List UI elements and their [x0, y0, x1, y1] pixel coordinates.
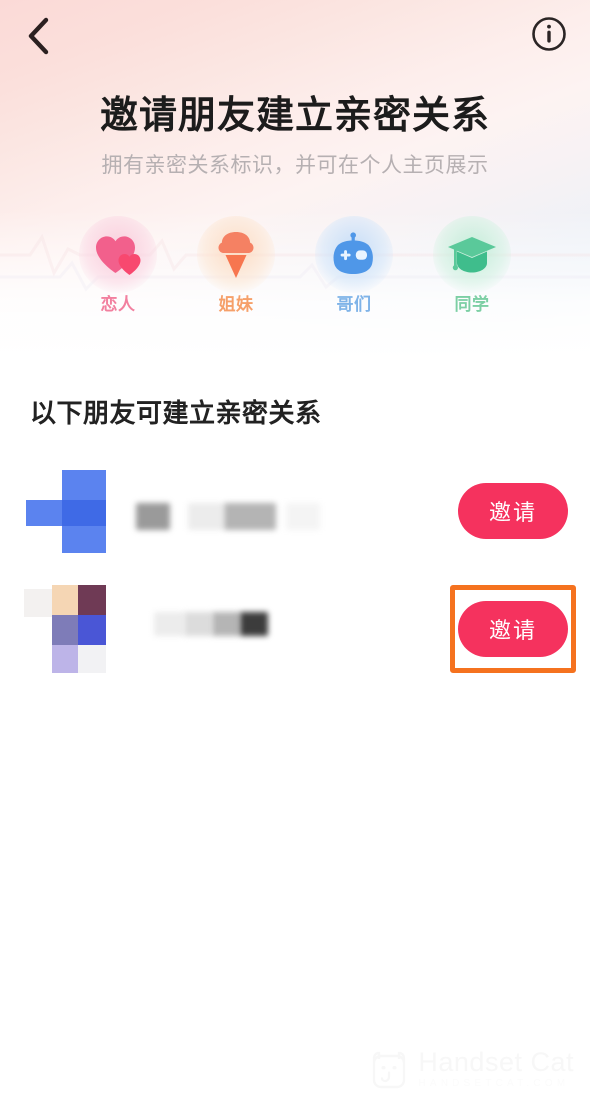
relationship-type-label: 姐妹	[218, 295, 254, 314]
friend-list: 邀请 邀请	[0, 452, 590, 688]
table-row[interactable]: 邀请	[0, 570, 590, 688]
relationship-type-label: 恋人	[100, 295, 136, 314]
avatar	[24, 467, 112, 555]
back-button[interactable]	[12, 10, 64, 62]
watermark-domain: HANDSETCAT.COM	[418, 1078, 570, 1089]
relationship-type-label: 同学	[454, 295, 490, 314]
friend-name-blurred	[126, 609, 458, 649]
double-heart-icon	[96, 235, 141, 275]
table-row[interactable]: 邀请	[0, 452, 590, 570]
top-bar	[0, 0, 590, 70]
relationship-type-classmate[interactable]: 同学	[424, 216, 520, 316]
page-title: 邀请朋友建立亲密关系	[99, 95, 490, 137]
relationship-type-bro[interactable]: 哥们	[306, 216, 402, 316]
watermark-name: Handset Cat	[418, 1047, 574, 1077]
classmate-badge	[433, 216, 511, 293]
game-controller-icon	[333, 231, 373, 274]
invite-button[interactable]: 邀请	[458, 483, 568, 539]
friend-name-blurred	[126, 491, 458, 531]
relationship-type-sister[interactable]: 姐妹	[188, 216, 284, 316]
invite-button[interactable]: 邀请	[458, 601, 568, 657]
cat-face-icon	[373, 1051, 406, 1088]
friend-list-heading: 以下朋友可建立亲密关系	[30, 398, 322, 428]
relationship-type-lover[interactable]: 恋人	[70, 216, 166, 316]
relationship-type-row: 恋人 姐妹 哥们 同学	[70, 216, 520, 316]
sister-badge	[197, 216, 275, 293]
info-circle-icon	[532, 17, 566, 51]
ice-cream-cone-icon	[218, 231, 254, 278]
invite-intimate-relationship-screen: 邀请朋友建立亲密关系 拥有亲密关系标识，并可在个人主页展示 恋人 姐妹 哥们 同…	[0, 0, 590, 1111]
graduation-cap-icon	[448, 236, 496, 272]
chevron-left-icon	[28, 17, 49, 55]
relationship-type-label: 哥们	[336, 295, 372, 314]
lover-badge	[79, 216, 157, 293]
watermark: Handset Cat HANDSETCAT.COM	[370, 1048, 574, 1091]
page-subtitle: 拥有亲密关系标识，并可在个人主页展示	[101, 154, 489, 177]
bro-badge	[315, 216, 393, 293]
avatar	[24, 585, 112, 673]
info-button[interactable]	[526, 11, 572, 57]
watermark-text: Handset Cat HANDSETCAT.COM	[418, 1048, 574, 1091]
